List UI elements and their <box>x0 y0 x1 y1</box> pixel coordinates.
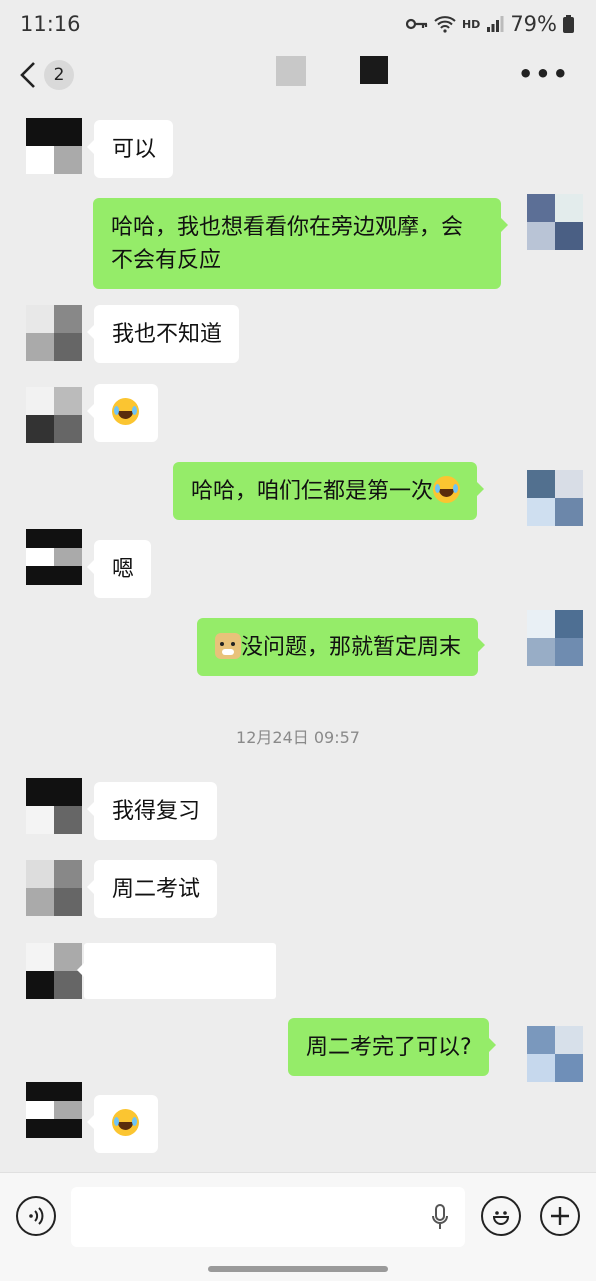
avatar[interactable] <box>26 529 82 585</box>
message-text: 可以 <box>112 137 157 162</box>
back-arrow-icon <box>20 62 35 88</box>
message-bubble-incoming[interactable] <box>87 1095 158 1153</box>
unread-badge: 2 <box>44 60 74 90</box>
avatar[interactable] <box>26 1082 82 1138</box>
message-text: 没问题，那就暂定周末 <box>241 635 462 660</box>
laugh-cry-emoji <box>112 1109 139 1136</box>
wifi-icon <box>434 16 456 33</box>
chat-header: 2 ••• <box>0 52 596 106</box>
message-bubble-incoming[interactable]: 我得复习 <box>86 782 218 840</box>
battery-icon <box>563 15 574 33</box>
status-bar: 11:16 HD 79% <box>0 0 596 52</box>
title-pixel-block <box>360 56 388 84</box>
status-time: 11:16 <box>20 12 81 36</box>
avatar[interactable] <box>26 860 82 916</box>
message-text: 我得复习 <box>112 799 201 824</box>
message-text: 周二考完了可以? <box>306 1035 472 1060</box>
message-bubble-incoming[interactable] <box>87 384 158 442</box>
doge-emoji <box>215 633 241 659</box>
emoji-button[interactable] <box>481 1196 521 1236</box>
message-input[interactable] <box>71 1187 465 1247</box>
laugh-cry-emoji <box>433 476 461 503</box>
plus-icon <box>551 1207 569 1225</box>
hd-label: HD <box>461 17 481 31</box>
more-button[interactable]: ••• <box>518 60 570 88</box>
message-bubble-outgoing[interactable]: 哈哈，我也想看看你在旁边观摩，会不会有反应 <box>93 198 508 289</box>
avatar[interactable] <box>527 1026 583 1082</box>
message-bubble-incoming-redacted[interactable] <box>77 943 276 999</box>
timestamp: 12月24日 09:57 <box>236 728 360 747</box>
message-bubble-incoming[interactable]: 可以 <box>86 120 174 178</box>
message-text: 哈哈，我也想看看你在旁边观摩，会不会有反应 <box>111 215 464 273</box>
avatar[interactable] <box>527 194 583 250</box>
input-bar <box>0 1172 596 1281</box>
avatar[interactable] <box>26 305 82 361</box>
message-bubble-incoming[interactable]: 嗯 <box>86 540 152 598</box>
message-bubble-outgoing[interactable]: 周二考完了可以? <box>288 1018 496 1076</box>
avatar[interactable] <box>26 387 82 443</box>
message-text: 嗯 <box>112 557 135 582</box>
title-pixel-block <box>276 56 306 86</box>
voice-button[interactable] <box>16 1196 56 1236</box>
signal-icon <box>487 16 504 32</box>
back-button[interactable]: 2 <box>18 60 74 90</box>
avatar[interactable] <box>26 943 82 999</box>
laugh-cry-emoji <box>112 398 139 425</box>
message-text: 哈哈，咱们仨都是第一次 <box>191 479 434 504</box>
avatar[interactable] <box>527 610 583 666</box>
microphone-icon[interactable] <box>431 1204 449 1232</box>
message-bubble-incoming[interactable]: 我也不知道 <box>86 305 240 363</box>
emoji-icon <box>492 1211 510 1225</box>
avatar[interactable] <box>26 778 82 834</box>
status-icons: HD 79% <box>405 12 574 36</box>
message-text: 我也不知道 <box>112 322 223 347</box>
message-bubble-incoming[interactable]: 周二考试 <box>86 860 218 918</box>
message-text: 周二考试 <box>112 877 201 902</box>
message-bubble-outgoing[interactable]: 哈哈，咱们仨都是第一次 <box>173 462 485 520</box>
vpn-key-icon <box>405 18 428 30</box>
home-indicator[interactable] <box>208 1266 388 1272</box>
battery-percent: 79% <box>510 12 557 36</box>
avatar[interactable] <box>26 118 82 174</box>
voice-icon <box>29 1207 44 1225</box>
avatar[interactable] <box>527 470 583 526</box>
plus-button[interactable] <box>540 1196 580 1236</box>
message-bubble-outgoing[interactable]: 没问题，那就暂定周末 <box>197 618 486 676</box>
